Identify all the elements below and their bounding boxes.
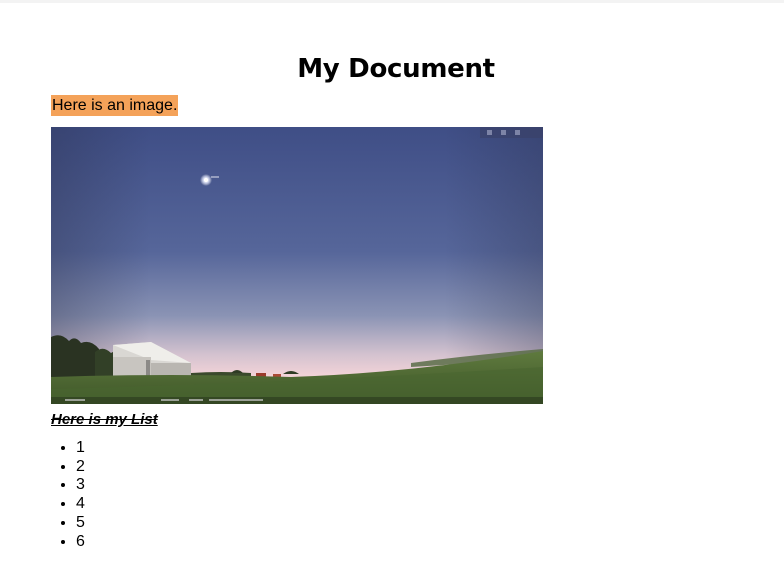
list-title: Here is my List [51,411,158,428]
list-item: 6 [76,533,741,552]
sky-photo-image [51,127,543,404]
list-item: 4 [76,495,741,514]
intro-text: Here is an image. [51,95,179,116]
number-list: 1 2 3 4 5 6 [51,439,741,551]
page-title: My Document [297,54,495,84]
top-bar [0,0,784,3]
list-item: 3 [76,476,741,495]
list-item: 5 [76,514,741,533]
list-item: 2 [76,458,741,477]
document-body: My Document Here is an image. Here is my… [51,52,741,551]
list-item: 1 [76,439,741,458]
